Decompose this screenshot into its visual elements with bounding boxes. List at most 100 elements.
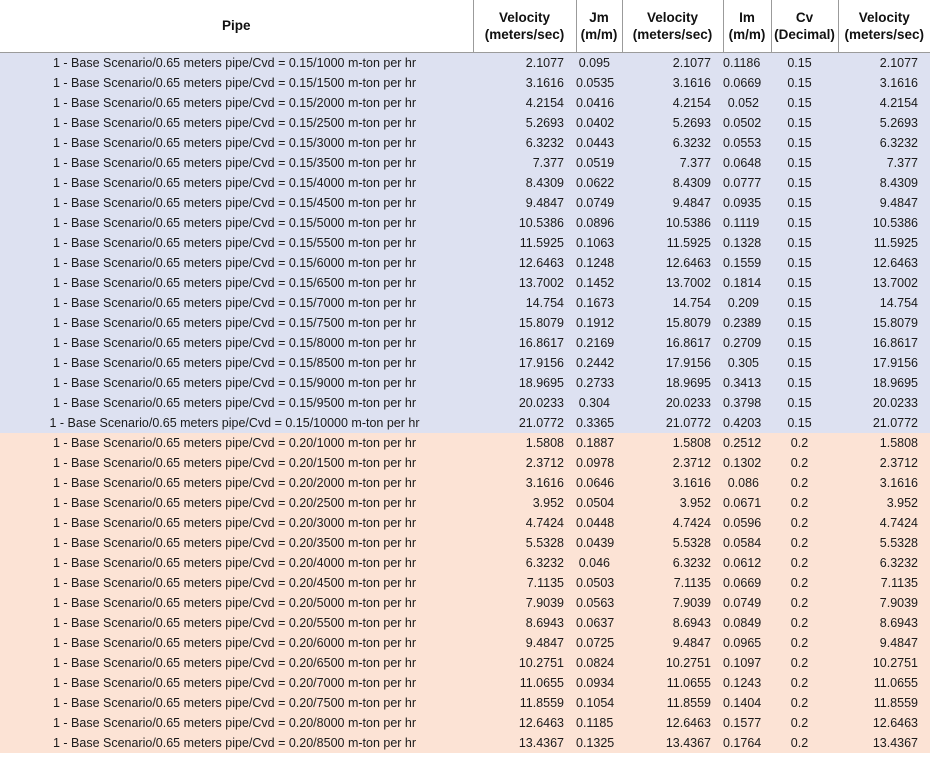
- cell-velocity3[interactable]: 4.2154: [838, 92, 930, 113]
- cell-jm[interactable]: 0.0402: [576, 112, 622, 133]
- column-header-velocity3[interactable]: Velocity (meters/sec): [837, 0, 930, 53]
- cell-velocity1[interactable]: 13.4367: [473, 732, 576, 753]
- column-header-velocity1[interactable]: Velocity (meters/sec): [472, 0, 576, 53]
- cell-velocity3[interactable]: 5.5328: [838, 532, 930, 553]
- cell-velocity3[interactable]: 2.1077: [838, 52, 930, 73]
- cell-cv[interactable]: 0.15: [771, 212, 838, 233]
- cell-velocity1[interactable]: 5.5328: [473, 532, 576, 553]
- cell-pipe[interactable]: 1 - Base Scenario/0.65 meters pipe/Cvd =…: [0, 412, 473, 433]
- cell-velocity2[interactable]: 12.6463: [622, 252, 723, 273]
- cell-velocity1[interactable]: 12.6463: [473, 252, 576, 273]
- cell-velocity1[interactable]: 13.7002: [473, 272, 576, 293]
- cell-velocity1[interactable]: 6.3232: [473, 132, 576, 153]
- table-row[interactable]: 1 - Base Scenario/0.65 meters pipe/Cvd =…: [0, 112, 930, 133]
- cell-jm[interactable]: 0.0646: [576, 472, 622, 493]
- cell-im[interactable]: 0.1814: [723, 272, 771, 293]
- table-row[interactable]: 1 - Base Scenario/0.65 meters pipe/Cvd =…: [0, 572, 930, 593]
- cell-velocity1[interactable]: 7.9039: [473, 592, 576, 613]
- cell-velocity3[interactable]: 6.3232: [838, 132, 930, 153]
- cell-jm[interactable]: 0.0439: [576, 532, 622, 553]
- column-header-jm[interactable]: Jm (m/m): [575, 0, 622, 53]
- cell-velocity3[interactable]: 3.1616: [838, 472, 930, 493]
- cell-im[interactable]: 0.1186: [723, 52, 771, 73]
- cell-jm[interactable]: 0.0637: [576, 612, 622, 633]
- cell-velocity1[interactable]: 12.6463: [473, 712, 576, 733]
- table-row[interactable]: 1 - Base Scenario/0.65 meters pipe/Cvd =…: [0, 232, 930, 253]
- cell-velocity1[interactable]: 18.9695: [473, 372, 576, 393]
- cell-velocity2[interactable]: 18.9695: [622, 372, 723, 393]
- cell-im[interactable]: 0.0648: [723, 152, 771, 173]
- cell-cv[interactable]: 0.2: [771, 572, 838, 593]
- cell-cv[interactable]: 0.2: [771, 492, 838, 513]
- cell-velocity2[interactable]: 11.0655: [622, 672, 723, 693]
- cell-jm[interactable]: 0.3365: [576, 412, 622, 433]
- cell-im[interactable]: 0.305: [723, 352, 771, 373]
- cell-im[interactable]: 0.0669: [723, 72, 771, 93]
- cell-im[interactable]: 0.4203: [723, 412, 771, 433]
- cell-cv[interactable]: 0.15: [771, 272, 838, 293]
- cell-im[interactable]: 0.3413: [723, 372, 771, 393]
- cell-jm[interactable]: 0.0443: [576, 132, 622, 153]
- table-row[interactable]: 1 - Base Scenario/0.65 meters pipe/Cvd =…: [0, 292, 930, 313]
- cell-jm[interactable]: 0.095: [576, 52, 622, 73]
- cell-pipe[interactable]: 1 - Base Scenario/0.65 meters pipe/Cvd =…: [0, 452, 473, 473]
- table-row[interactable]: 1 - Base Scenario/0.65 meters pipe/Cvd =…: [0, 452, 930, 473]
- cell-cv[interactable]: 0.2: [771, 452, 838, 473]
- cell-pipe[interactable]: 1 - Base Scenario/0.65 meters pipe/Cvd =…: [0, 732, 473, 753]
- table-row[interactable]: 1 - Base Scenario/0.65 meters pipe/Cvd =…: [0, 532, 930, 553]
- cell-velocity1[interactable]: 7.1135: [473, 572, 576, 593]
- cell-velocity3[interactable]: 18.9695: [838, 372, 930, 393]
- cell-pipe[interactable]: 1 - Base Scenario/0.65 meters pipe/Cvd =…: [0, 372, 473, 393]
- cell-velocity1[interactable]: 11.8559: [473, 692, 576, 713]
- cell-velocity3[interactable]: 1.5808: [838, 432, 930, 453]
- cell-velocity1[interactable]: 4.2154: [473, 92, 576, 113]
- cell-cv[interactable]: 0.15: [771, 172, 838, 193]
- cell-velocity1[interactable]: 8.4309: [473, 172, 576, 193]
- cell-velocity2[interactable]: 2.1077: [622, 52, 723, 73]
- cell-pipe[interactable]: 1 - Base Scenario/0.65 meters pipe/Cvd =…: [0, 292, 473, 313]
- cell-velocity1[interactable]: 2.3712: [473, 452, 576, 473]
- cell-cv[interactable]: 0.15: [771, 132, 838, 153]
- cell-pipe[interactable]: 1 - Base Scenario/0.65 meters pipe/Cvd =…: [0, 212, 473, 233]
- cell-jm[interactable]: 0.0622: [576, 172, 622, 193]
- cell-velocity1[interactable]: 21.0772: [473, 412, 576, 433]
- cell-cv[interactable]: 0.15: [771, 352, 838, 373]
- cell-pipe[interactable]: 1 - Base Scenario/0.65 meters pipe/Cvd =…: [0, 712, 473, 733]
- table-row[interactable]: 1 - Base Scenario/0.65 meters pipe/Cvd =…: [0, 592, 930, 613]
- cell-pipe[interactable]: 1 - Base Scenario/0.65 meters pipe/Cvd =…: [0, 392, 473, 413]
- cell-velocity1[interactable]: 16.8617: [473, 332, 576, 353]
- cell-im[interactable]: 0.1559: [723, 252, 771, 273]
- cell-im[interactable]: 0.2389: [723, 312, 771, 333]
- cell-cv[interactable]: 0.2: [771, 552, 838, 573]
- table-row[interactable]: 1 - Base Scenario/0.65 meters pipe/Cvd =…: [0, 352, 930, 373]
- cell-im[interactable]: 0.1328: [723, 232, 771, 253]
- cell-velocity3[interactable]: 7.1135: [838, 572, 930, 593]
- cell-cv[interactable]: 0.2: [771, 692, 838, 713]
- cell-velocity2[interactable]: 1.5808: [622, 432, 723, 453]
- cell-cv[interactable]: 0.15: [771, 192, 838, 213]
- column-header-velocity2[interactable]: Velocity (meters/sec): [621, 0, 723, 53]
- cell-pipe[interactable]: 1 - Base Scenario/0.65 meters pipe/Cvd =…: [0, 552, 473, 573]
- table-row[interactable]: 1 - Base Scenario/0.65 meters pipe/Cvd =…: [0, 652, 930, 673]
- cell-velocity1[interactable]: 17.9156: [473, 352, 576, 373]
- cell-jm[interactable]: 0.0896: [576, 212, 622, 233]
- cell-jm[interactable]: 0.1054: [576, 692, 622, 713]
- cell-velocity2[interactable]: 21.0772: [622, 412, 723, 433]
- cell-velocity1[interactable]: 5.2693: [473, 112, 576, 133]
- cell-velocity2[interactable]: 4.2154: [622, 92, 723, 113]
- cell-im[interactable]: 0.1764: [723, 732, 771, 753]
- cell-jm[interactable]: 0.0749: [576, 192, 622, 213]
- cell-im[interactable]: 0.1097: [723, 652, 771, 673]
- cell-velocity2[interactable]: 3.952: [622, 492, 723, 513]
- cell-pipe[interactable]: 1 - Base Scenario/0.65 meters pipe/Cvd =…: [0, 672, 473, 693]
- cell-jm[interactable]: 0.0563: [576, 592, 622, 613]
- cell-velocity3[interactable]: 11.0655: [838, 672, 930, 693]
- cell-jm[interactable]: 0.1185: [576, 712, 622, 733]
- cell-jm[interactable]: 0.304: [576, 392, 622, 413]
- cell-velocity3[interactable]: 17.9156: [838, 352, 930, 373]
- cell-velocity3[interactable]: 13.4367: [838, 732, 930, 753]
- cell-velocity2[interactable]: 7.377: [622, 152, 723, 173]
- cell-velocity3[interactable]: 12.6463: [838, 712, 930, 733]
- cell-velocity3[interactable]: 8.4309: [838, 172, 930, 193]
- cell-velocity2[interactable]: 13.4367: [622, 732, 723, 753]
